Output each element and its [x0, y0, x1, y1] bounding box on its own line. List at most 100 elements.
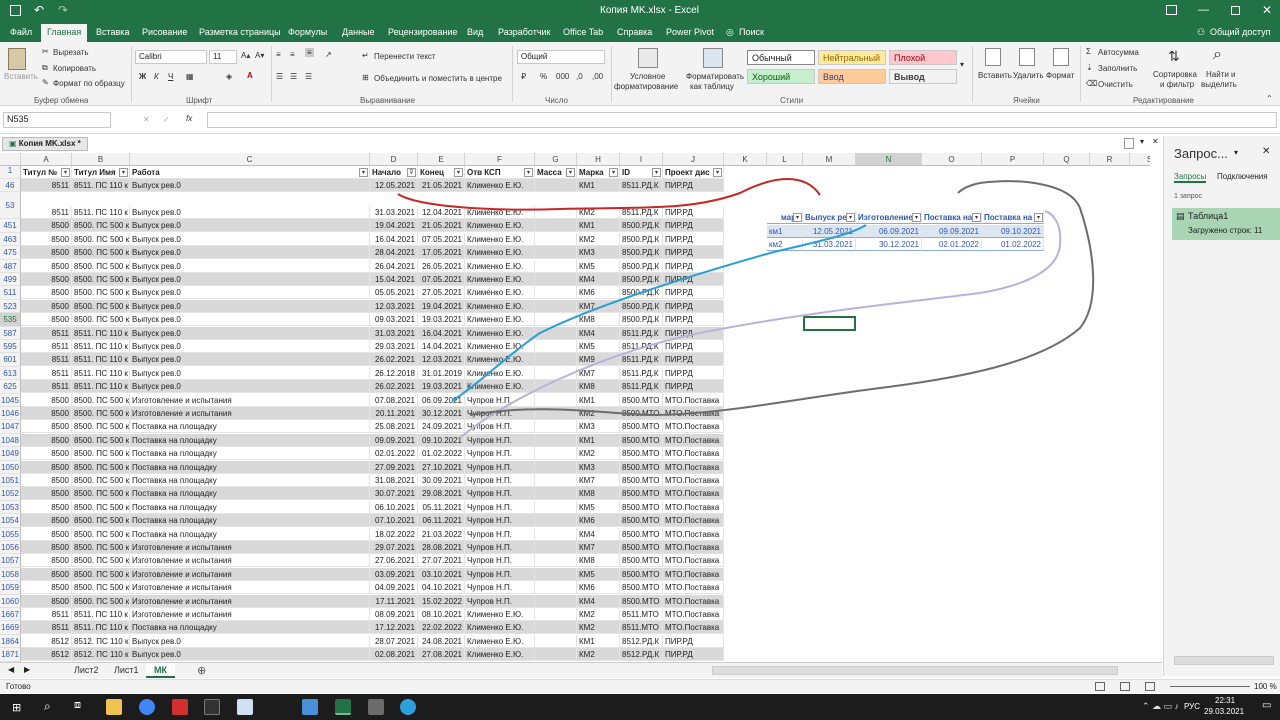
chrome-icon[interactable]	[139, 699, 155, 715]
table-cell[interactable]: Выпуск рев.0	[130, 246, 370, 260]
table-cell[interactable]: 8500.МТО	[620, 554, 663, 568]
underline-icon[interactable]: Ч	[168, 72, 173, 81]
minimize-icon[interactable]: —	[1198, 4, 1209, 16]
table-cell[interactable]: Клименко Е.Ю.	[465, 259, 535, 273]
table-cell[interactable]: 21.05.2021	[418, 219, 465, 233]
table-cell[interactable]: 07.05.2021	[418, 232, 465, 246]
table-cell[interactable]: 03.09.2021	[370, 567, 418, 581]
filter-dropdown-icon[interactable]: ▾	[652, 168, 661, 177]
table-cell[interactable]: 04.10.2021	[418, 581, 465, 595]
table-cell[interactable]: 8511	[21, 340, 72, 353]
horizontal-scrollbar[interactable]	[712, 666, 1118, 675]
align-top-icon[interactable]: ≡	[276, 50, 281, 59]
table-cell[interactable]: 03.10.2021	[418, 567, 465, 581]
table-cell[interactable]: Чупров Н.П.	[465, 393, 535, 407]
format-as-table-button[interactable]: Форматировать	[686, 72, 744, 81]
table-cell[interactable]: 8511. ПС 110 к	[72, 366, 130, 380]
name-box[interactable]: N535	[3, 112, 111, 128]
column-header-D[interactable]: D	[370, 153, 418, 166]
table-cell[interactable]: 8500. ПС 500 к	[72, 313, 130, 327]
table-cell[interactable]: 8500	[21, 567, 72, 581]
table-cell[interactable]: ПИР.РД	[663, 273, 724, 286]
table-cell[interactable]	[535, 447, 577, 461]
table-cell[interactable]: 8500.МТО	[620, 541, 663, 554]
table-cell[interactable]: ПИР.РД	[663, 380, 724, 394]
table-cell[interactable]	[535, 259, 577, 273]
table-cell[interactable]: 07.08.2021	[370, 393, 418, 407]
select-all-corner[interactable]	[0, 153, 21, 166]
table-cell[interactable]: 15.02.2022	[418, 594, 465, 608]
table-cell[interactable]: КМ4	[577, 527, 620, 541]
table-cell[interactable]: 17.11.2021	[370, 594, 418, 608]
table-cell[interactable]: 8511	[21, 206, 72, 219]
table-cell[interactable]	[535, 487, 577, 501]
tray-icons[interactable]: ⌃ ☁ ▭ ♪	[1142, 701, 1179, 712]
style-neutral[interactable]: Нейтральный	[818, 50, 886, 65]
sheet-tab-list2[interactable]: Лист2	[66, 663, 107, 678]
table-cell[interactable]: КМ5	[577, 500, 620, 514]
table-cell[interactable]: Выпуск рев.0	[130, 286, 370, 300]
table-cell[interactable]: 05.05.2021	[370, 286, 418, 300]
table-cell[interactable]	[535, 366, 577, 380]
table-cell[interactable]: Клименко Е.Ю.	[465, 634, 535, 648]
table-cell[interactable]: Поставка на площадку	[130, 433, 370, 447]
table-cell[interactable]: 14.04.2021	[418, 340, 465, 353]
table-cell[interactable]: Выпуск рев.0	[130, 380, 370, 394]
font-color-icon[interactable]: A	[247, 71, 253, 80]
table-cell[interactable]: Чупров Н.П.	[465, 500, 535, 514]
table-cell[interactable]: Выпуск рев.0	[130, 273, 370, 286]
table-cell[interactable]: МТО.Поставка	[663, 527, 724, 541]
table-cell[interactable]: 8511.МТО	[620, 621, 663, 635]
column-header-I[interactable]: I	[620, 153, 663, 166]
table-cell[interactable]: 22.02.2022	[418, 621, 465, 635]
shrink-font-icon[interactable]: A▾	[255, 51, 264, 60]
table-cell[interactable]: КМ5	[577, 259, 620, 273]
column-header-N[interactable]: N	[856, 153, 922, 166]
table-cell[interactable]: Выпуск рев.0	[130, 299, 370, 313]
table-cell[interactable]: Поставка на площадку	[130, 487, 370, 501]
table-cell[interactable]: Клименко Е.Ю.	[465, 353, 535, 367]
copy-button[interactable]: Копировать	[53, 64, 96, 73]
align-left-icon[interactable]: ☰	[276, 72, 283, 81]
autosum-button[interactable]: Автосумма	[1098, 48, 1139, 57]
row-header[interactable]: 1045	[0, 393, 21, 407]
table-cell[interactable]: ПИР.РД	[663, 648, 724, 662]
fill-button[interactable]: Заполнить	[1098, 64, 1137, 73]
table-cell[interactable]: Клименко Е.Ю.	[465, 219, 535, 233]
table-cell[interactable]: 8500.МТО	[620, 447, 663, 461]
table-cell[interactable]: 21.05.2021	[418, 179, 465, 192]
table-cell[interactable]: 19.04.2021	[370, 219, 418, 233]
table-cell[interactable]: Чупров Н.П.	[465, 567, 535, 581]
pivot-filter-icon[interactable]: ▾	[972, 213, 981, 222]
table-cell[interactable]: 8500. ПС 500 к	[72, 487, 130, 501]
delete-cells-icon[interactable]	[1019, 48, 1035, 66]
table-cell[interactable]: 27.07.2021	[418, 554, 465, 568]
row-header[interactable]: 1055	[0, 527, 21, 541]
table-cell[interactable]: 8500	[21, 447, 72, 461]
row-header[interactable]: 1059	[0, 581, 21, 595]
style-input[interactable]: Ввод	[818, 69, 886, 84]
tab-view[interactable]: Вид	[467, 27, 483, 37]
table-cell[interactable]: 8511. ПС 110 к	[72, 340, 130, 353]
pivot-cell[interactable]: 30.12.2021	[856, 238, 922, 251]
task-view-icon[interactable]: ⧈	[74, 699, 81, 712]
table-cell[interactable]: 8512. ПС 110 к	[72, 648, 130, 662]
font-name-combo[interactable]: Calibri	[135, 50, 207, 64]
insert-cells-icon[interactable]	[985, 48, 1001, 66]
tab-queries[interactable]: Запросы	[1174, 172, 1207, 183]
network-app-icon[interactable]	[302, 699, 318, 715]
next-sheet-icon[interactable]: ▶	[24, 665, 30, 674]
table-cell[interactable]	[535, 326, 577, 340]
row-header[interactable]: 1864	[0, 634, 21, 649]
normal-view-icon[interactable]	[1095, 682, 1105, 691]
align-middle-icon[interactable]: ≡	[290, 50, 295, 59]
paste-icon[interactable]	[8, 48, 26, 70]
query-item[interactable]: ▤ Таблица1 Загружено строк: 11	[1172, 208, 1280, 240]
ribbon-display-icon[interactable]	[1166, 5, 1177, 15]
tab-insert[interactable]: Вставка	[96, 27, 129, 37]
table-cell[interactable]: 8500.МТО	[620, 393, 663, 407]
table-cell[interactable]	[535, 608, 577, 621]
table-cell[interactable]: Чупров Н.П.	[465, 420, 535, 434]
clear-button[interactable]: Очистить	[1098, 80, 1133, 89]
table-cell[interactable]: Выпуск рев.0	[130, 353, 370, 367]
